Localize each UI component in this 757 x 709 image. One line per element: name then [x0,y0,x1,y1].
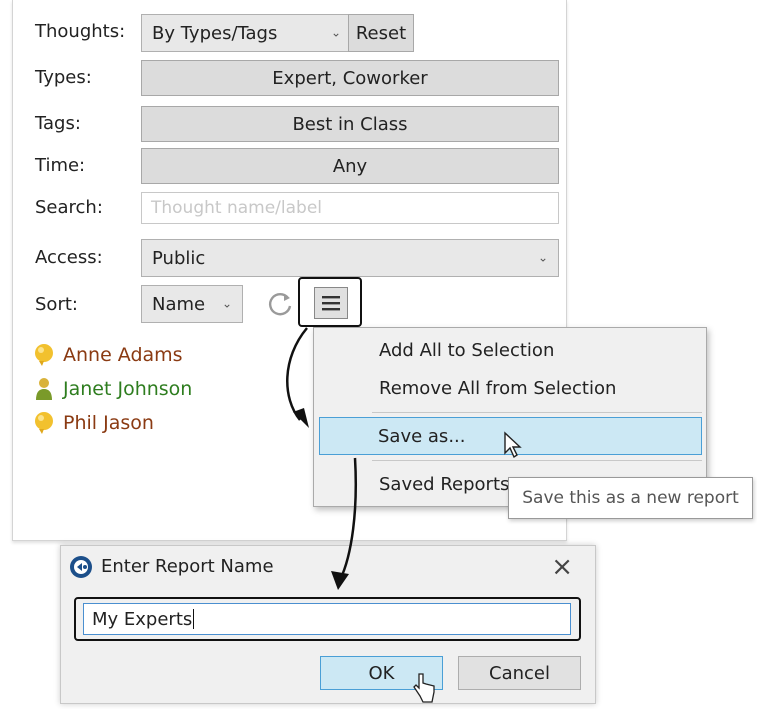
mouse-pointer-icon [504,431,522,459]
hand-pointer-icon [413,673,435,703]
callout-arrows [286,327,358,590]
